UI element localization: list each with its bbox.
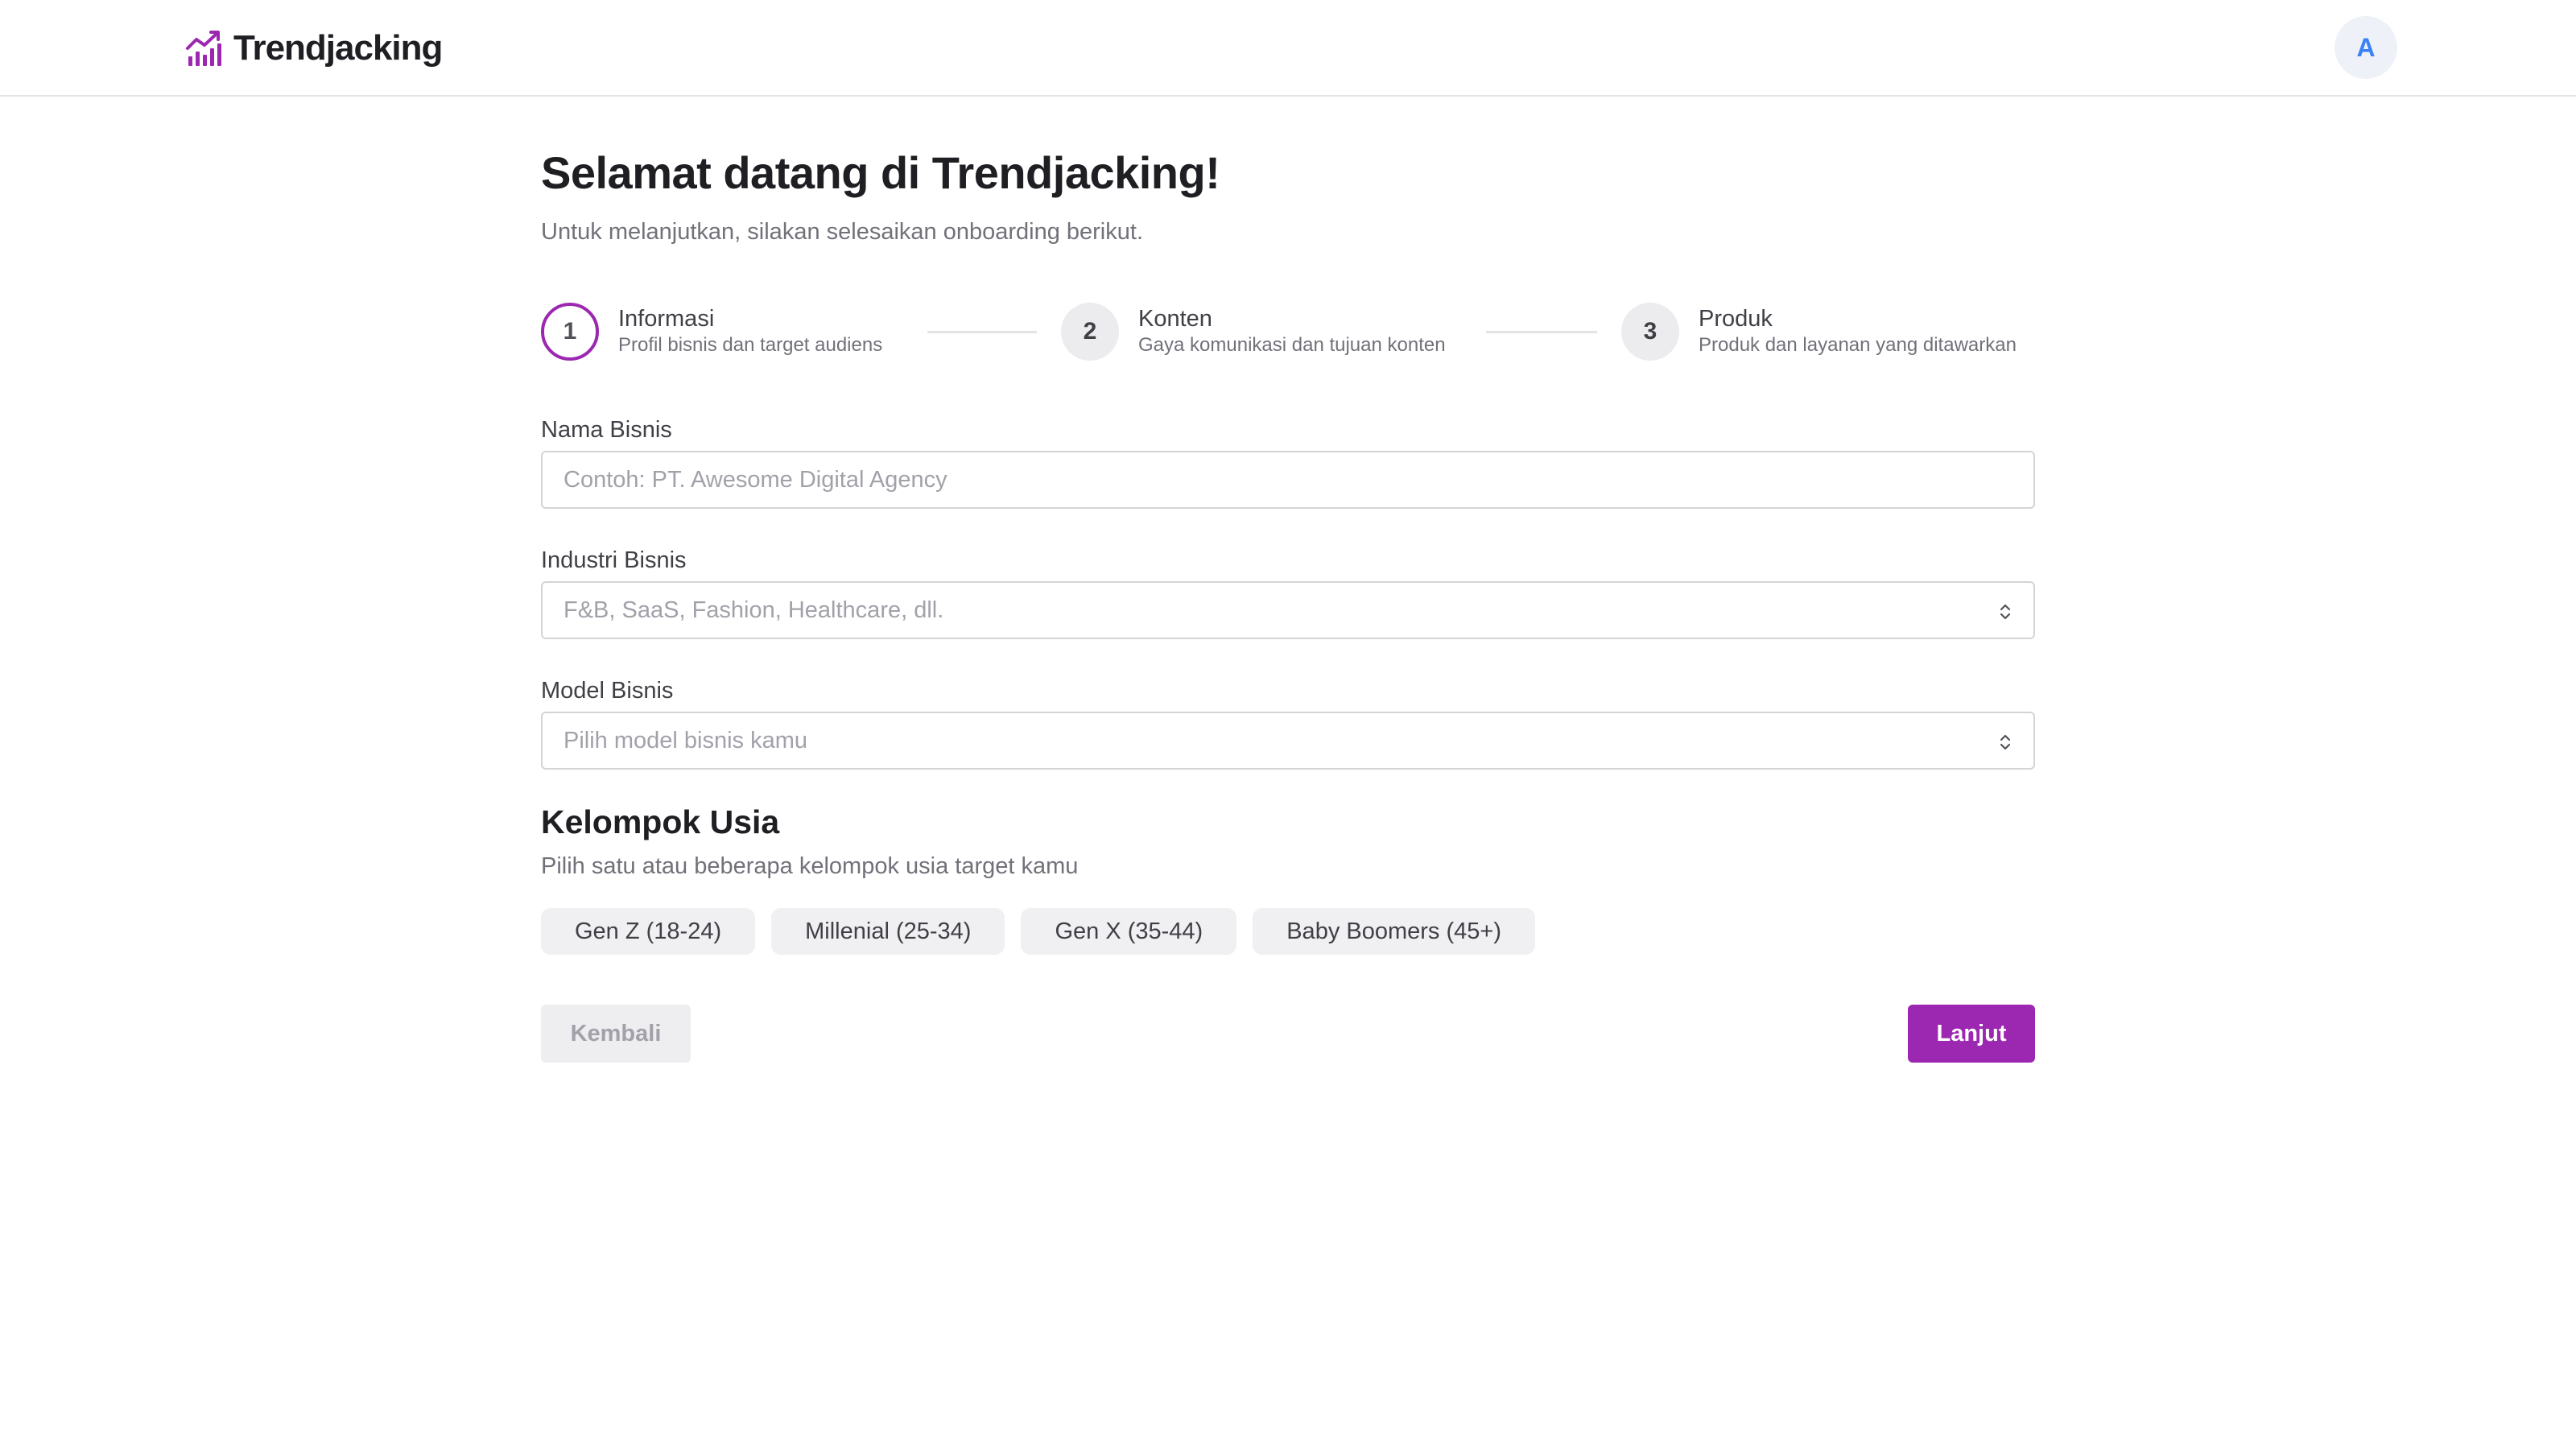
age-chip-millenial[interactable]: Millenial (25-34) <box>771 908 1005 955</box>
brand-logo[interactable]: Trendjacking <box>185 24 443 72</box>
step-description: Produk dan layanan yang ditawarkan <box>1699 334 2017 356</box>
user-avatar[interactable]: A <box>2334 16 2397 79</box>
step-informasi[interactable]: 1 Informasi Profil bisnis dan target aud… <box>541 301 882 362</box>
industry-select[interactable]: F&B, SaaS, Fashion, Healthcare, dll. <box>541 581 2035 639</box>
step-connector <box>1486 331 1597 333</box>
business-name-label: Nama Bisnis <box>541 417 672 443</box>
step-description: Gaya komunikasi dan tujuan konten <box>1138 334 1446 356</box>
next-button[interactable]: Lanjut <box>1908 1005 2035 1063</box>
age-chip-gen-z[interactable]: Gen Z (18-24) <box>541 908 756 955</box>
business-name-input[interactable] <box>564 466 2013 493</box>
age-group-options: Gen Z (18-24) Millenial (25-34) Gen X (3… <box>541 908 1535 955</box>
step-title: Informasi <box>618 306 715 332</box>
top-header: Trendjacking A <box>0 0 2576 97</box>
step-title: Konten <box>1138 306 1212 332</box>
step-number: 2 <box>1061 303 1119 361</box>
business-model-label: Model Bisnis <box>541 678 674 704</box>
step-description: Profil bisnis dan target audiens <box>618 334 883 356</box>
business-model-select[interactable]: Pilih model bisnis kamu <box>541 712 2035 770</box>
chevron-up-down-icon <box>2000 604 2011 620</box>
step-produk[interactable]: 3 Produk Produk dan layanan yang ditawar… <box>1621 301 2017 362</box>
step-number: 3 <box>1621 303 1679 361</box>
trending-up-chart-icon <box>186 31 221 66</box>
age-chip-baby-boomers[interactable]: Baby Boomers (45+) <box>1253 908 1535 955</box>
business-model-placeholder: Pilih model bisnis kamu <box>564 727 808 753</box>
page-subtitle: Untuk melanjutkan, silakan selesaikan on… <box>541 219 1143 245</box>
back-button[interactable]: Kembali <box>541 1005 691 1063</box>
chevron-up-down-icon <box>2000 734 2011 750</box>
industry-label: Industri Bisnis <box>541 547 687 573</box>
onboarding-stepper: 1 Informasi Profil bisnis dan target aud… <box>541 301 2035 362</box>
business-name-field[interactable] <box>541 451 2035 509</box>
age-group-description: Pilih satu atau beberapa kelompok usia t… <box>541 853 1079 879</box>
step-konten[interactable]: 2 Konten Gaya komunikasi dan tujuan kont… <box>1061 301 1446 362</box>
industry-placeholder: F&B, SaaS, Fashion, Healthcare, dll. <box>564 597 944 623</box>
age-group-title: Kelompok Usia <box>541 803 780 840</box>
page-title: Selamat datang di Trendjacking! <box>541 147 1220 198</box>
step-title: Produk <box>1699 306 1773 332</box>
brand-name: Trendjacking <box>233 28 443 68</box>
age-chip-gen-x[interactable]: Gen X (35-44) <box>1021 908 1237 955</box>
step-number: 1 <box>541 303 599 361</box>
step-connector <box>927 331 1037 333</box>
